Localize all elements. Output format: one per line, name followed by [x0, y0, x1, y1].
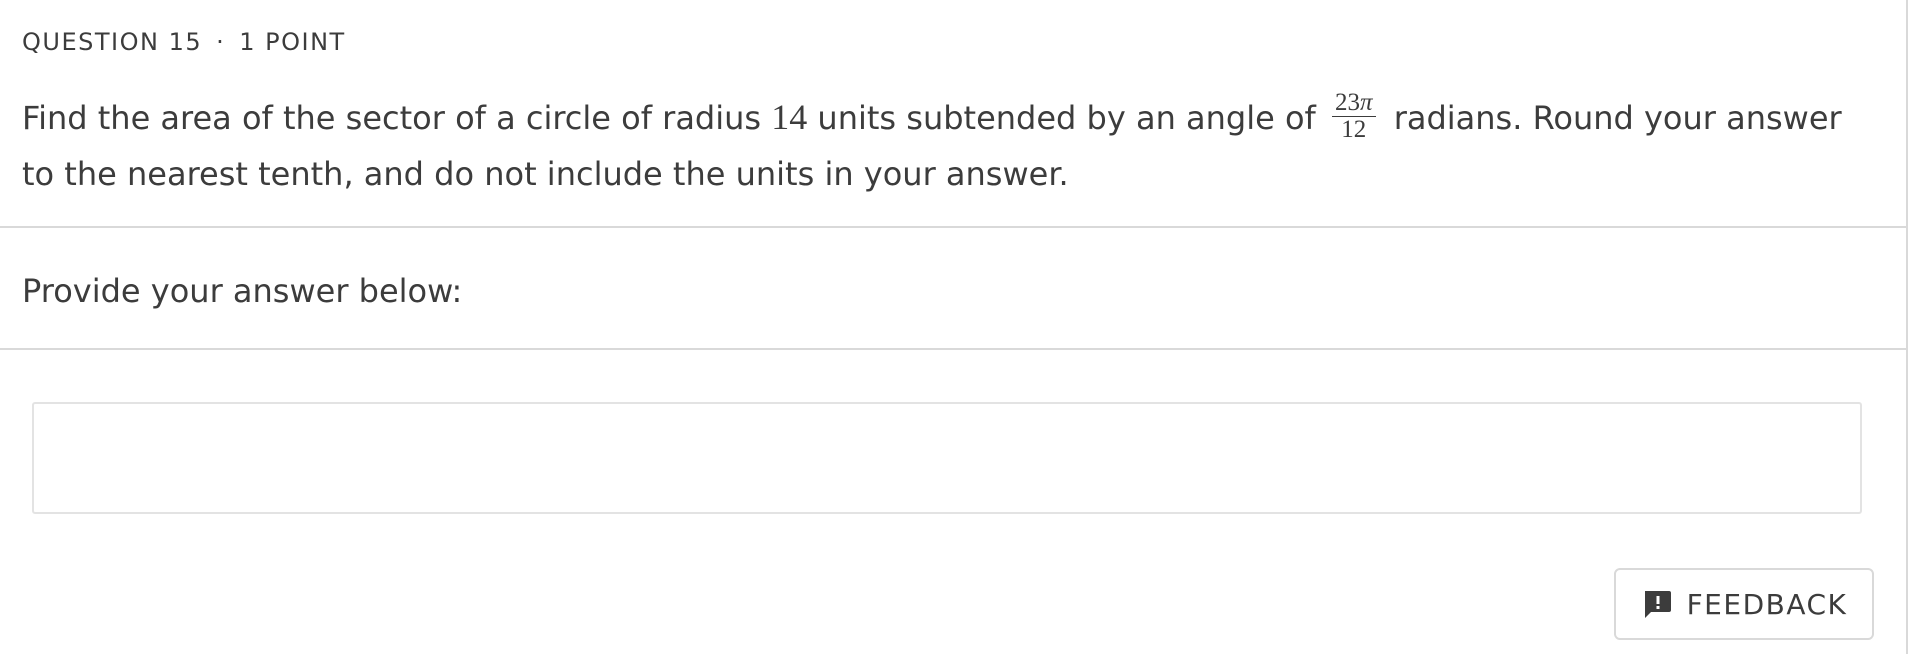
question-points: 1 POINT: [239, 28, 346, 56]
divider-bottom: [0, 348, 1906, 350]
pi-symbol: π: [1359, 88, 1373, 116]
question-header: QUESTION 15 · 1 POINT: [22, 28, 346, 56]
angle-numerator: 23π: [1331, 88, 1376, 117]
feedback-label: FEEDBACK: [1686, 587, 1848, 621]
question-number: QUESTION 15: [22, 28, 203, 56]
feedback-icon: [1641, 588, 1673, 620]
answer-prompt: Provide your answer below:: [22, 272, 463, 310]
question-text: Find the area of the sector of a circle …: [22, 88, 1882, 201]
angle-denominator: 12: [1341, 115, 1367, 143]
question-text-part2: units subtended by an angle of: [807, 99, 1326, 137]
radius-value: 14: [771, 97, 808, 137]
answer-input[interactable]: [32, 402, 1862, 514]
header-separator: ·: [216, 28, 226, 56]
angle-fraction: 23π 12: [1331, 88, 1376, 143]
feedback-button[interactable]: FEEDBACK: [1614, 568, 1874, 640]
question-text-part1: Find the area of the sector of a circle …: [22, 99, 772, 137]
angle-numerator-value: 23: [1334, 88, 1360, 116]
question-panel: QUESTION 15 · 1 POINT Find the area of the…: [0, 0, 1908, 654]
divider-top: [0, 226, 1906, 228]
